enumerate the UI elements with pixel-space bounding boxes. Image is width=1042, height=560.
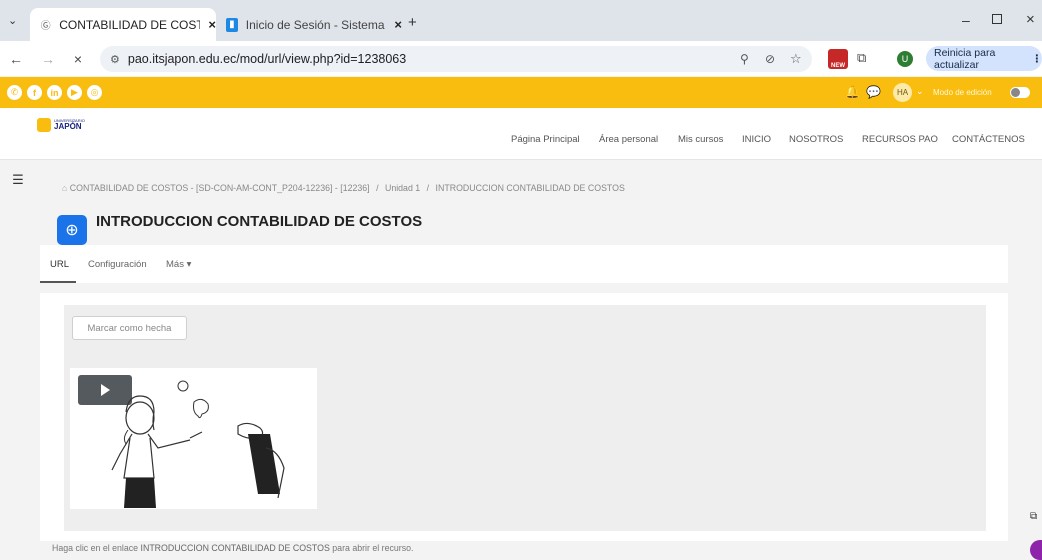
user-menu-chevron-icon[interactable]: ⌄ — [916, 86, 924, 97]
youtube-icon[interactable]: ▶ — [67, 85, 82, 100]
nav-nosotros[interactable]: NOSOTROS — [789, 134, 843, 145]
browser-tab-strip: ⌄ Ⓖ CONTABILIDAD DE COSTOS - [ × ▮ Inici… — [0, 0, 1042, 41]
logo-emblem-icon — [37, 118, 51, 132]
minimize-icon[interactable]: – — [962, 12, 970, 28]
site-info-icon[interactable]: ⚙ — [110, 53, 120, 66]
reload-stop-icon[interactable]: × — [68, 49, 88, 69]
browser-tab-inactive[interactable]: ▮ Inicio de Sesión - Sistema Gest × — [216, 8, 402, 41]
instagram-icon[interactable]: ◎ — [87, 85, 102, 100]
page-title: INTRODUCCION CONTABILIDAD DE COSTOS — [96, 213, 422, 230]
nav-pagina-principal[interactable]: Página Principal — [511, 134, 580, 145]
active-tab-indicator — [40, 281, 76, 283]
tab-title: Inicio de Sesión - Sistema Gest — [246, 18, 387, 32]
whatsapp-icon[interactable]: ✆ — [7, 85, 22, 100]
bookmark-star-icon[interactable]: ☆ — [790, 51, 802, 67]
url-text: pao.itsjapon.edu.ec/mod/url/view.php?id=… — [128, 52, 406, 66]
play-button[interactable] — [78, 375, 132, 405]
social-bar: ✆ f in ▶ ◎ 🔔 💬 HA ⌄ Modo de edición — [0, 77, 1042, 108]
tab-title: CONTABILIDAD DE COSTOS - [ — [59, 18, 200, 32]
update-label: Reinicia para actualizar — [934, 47, 1026, 71]
facebook-icon[interactable]: f — [27, 85, 42, 100]
profile-avatar[interactable]: U — [897, 51, 913, 67]
video-thumbnail[interactable] — [70, 368, 317, 509]
site-logo[interactable]: UNIVERSITARIO JAPÓN — [37, 118, 85, 132]
extensions-puzzle-icon[interactable]: ⧉ — [857, 50, 866, 66]
update-browser-button[interactable]: Reinicia para actualizar ⋮ — [926, 46, 1042, 71]
messages-icon[interactable]: 💬 — [866, 85, 881, 99]
edit-mode-toggle[interactable] — [1010, 87, 1030, 98]
tab-search-chevron-icon[interactable]: ⌄ — [8, 14, 17, 27]
course-index-toggle-icon[interactable]: ☰ — [8, 170, 28, 190]
home-icon[interactable]: ⌂ — [62, 183, 70, 193]
forward-icon[interactable]: → — [38, 49, 58, 69]
nav-recursos-pao[interactable]: RECURSOS PAO — [862, 134, 938, 145]
linkedin-icon[interactable]: in — [47, 85, 62, 100]
book-icon: ▮ — [226, 18, 238, 32]
kebab-menu-icon[interactable]: ⋮ — [1032, 53, 1042, 65]
address-bar[interactable]: ⚙ pao.itsjapon.edu.ec/mod/url/view.php?i… — [100, 46, 812, 72]
mark-done-button[interactable]: Marcar como hecha — [72, 316, 187, 340]
tab-configuracion[interactable]: Configuración — [88, 259, 147, 270]
user-avatar[interactable]: HA — [893, 83, 912, 102]
browser-tab-active[interactable]: Ⓖ CONTABILIDAD DE COSTOS - [ × — [30, 8, 216, 41]
user-initials: HA — [897, 88, 908, 97]
notifications-icon[interactable]: 🔔 — [845, 85, 860, 99]
nav-contactenos[interactable]: CONTÁCTENOS — [952, 134, 1025, 145]
play-icon — [101, 384, 110, 396]
extension-new-icon[interactable]: NEW — [828, 49, 848, 69]
nav-inicio[interactable]: INICIO — [742, 134, 771, 145]
new-tab-button[interactable]: + — [408, 14, 417, 31]
globe-icon: ⊕ — [57, 215, 87, 245]
instruction-suffix: para abrir el recurso. — [330, 543, 414, 553]
tab-mas[interactable]: Más ▾ — [166, 259, 191, 270]
edit-mode-label: Modo de edición — [933, 88, 992, 97]
breadcrumb-course[interactable]: CONTABILIDAD DE COSTOS - [SD-CON-AM-CONT… — [70, 183, 370, 193]
instruction-prefix: Haga clic en el enlace — [52, 543, 141, 553]
site-header: UNIVERSITARIO JAPÓN Página Principal Áre… — [0, 108, 1042, 160]
back-icon[interactable]: ← — [6, 49, 26, 69]
nav-area-personal[interactable]: Área personal — [599, 134, 658, 145]
breadcrumb: ⌂ CONTABILIDAD DE COSTOS - [SD-CON-AM-CO… — [62, 183, 625, 193]
toggle-knob — [1011, 88, 1020, 97]
breadcrumb-separator: / — [427, 183, 429, 193]
close-tab-icon[interactable]: × — [208, 17, 216, 32]
browser-toolbar: ← → × ⚙ pao.itsjapon.edu.ec/mod/url/view… — [0, 41, 1042, 76]
eye-off-icon[interactable]: ⊘ — [765, 52, 775, 66]
zoom-icon[interactable]: ⚲ — [740, 52, 749, 66]
profile-initial: U — [902, 54, 909, 64]
moodle-icon: Ⓖ — [40, 18, 51, 32]
breadcrumb-separator: / — [376, 183, 378, 193]
tab-url[interactable]: URL — [50, 259, 69, 270]
nav-mis-cursos[interactable]: Mis cursos — [678, 134, 723, 145]
breadcrumb-unit[interactable]: Unidad 1 — [385, 183, 420, 193]
breadcrumb-current: INTRODUCCION CONTABILIDAD DE COSTOS — [436, 183, 625, 193]
close-tab-icon[interactable]: × — [394, 17, 402, 32]
side-panel-icon[interactable]: ⧉ — [1030, 511, 1042, 531]
logo-text: JAPÓN — [54, 123, 85, 131]
chat-bubble-icon[interactable] — [1030, 540, 1042, 560]
maximize-icon[interactable] — [992, 14, 1002, 24]
open-resource-instruction: Haga clic en el enlace INTRODUCCION CONT… — [52, 543, 413, 553]
resource-link[interactable]: INTRODUCCION CONTABILIDAD DE COSTOS — [141, 543, 330, 553]
close-window-icon[interactable]: × — [1026, 11, 1035, 28]
secondary-navigation: URL Configuración Más ▾ — [40, 245, 1008, 283]
